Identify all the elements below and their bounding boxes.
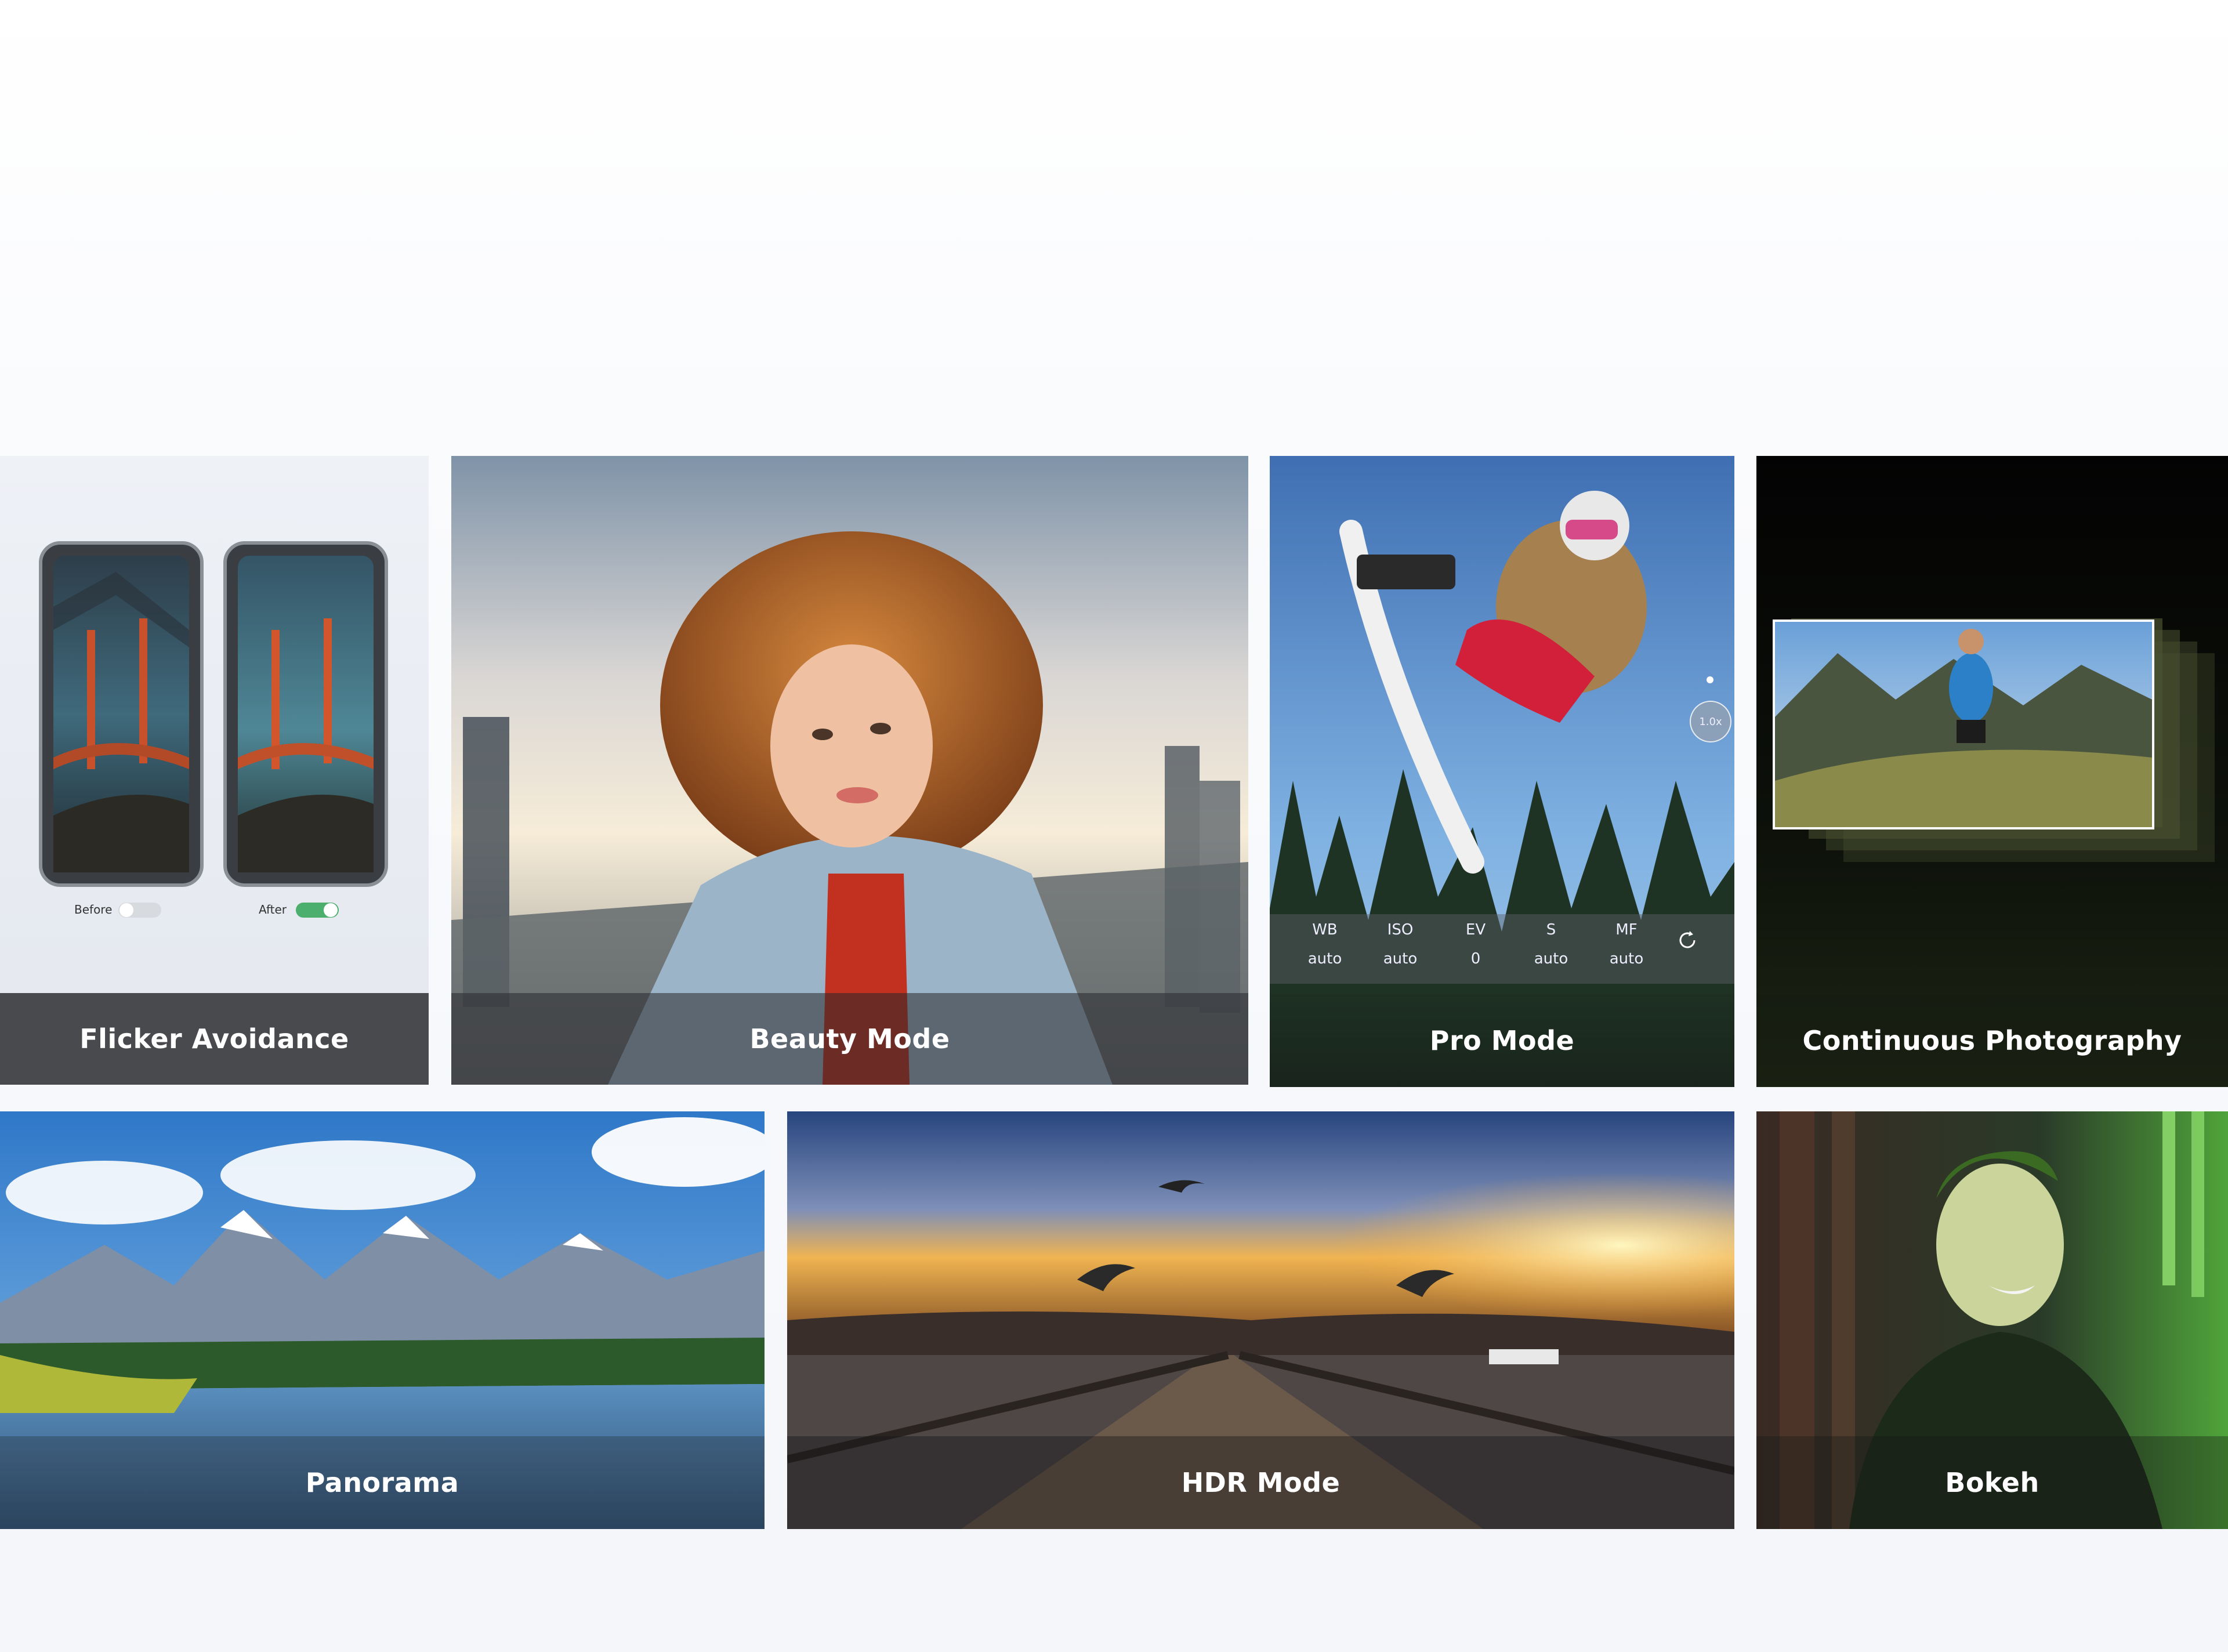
flicker-avoidance-title: Flicker Avoidance: [79, 1023, 349, 1055]
feature-tile-pro-mode[interactable]: 1.0x WB auto ISO auto EV 0 S auto MF aut…: [1270, 456, 1734, 1087]
feature-tile-panorama[interactable]: Panorama: [0, 1111, 765, 1529]
hdr-mode-caption: HDR Mode: [787, 1436, 1734, 1529]
control-s-label: S: [1546, 921, 1556, 939]
pro-mode-caption: Pro Mode: [1270, 994, 1734, 1087]
control-s-value: auto: [1534, 950, 1568, 968]
control-ev[interactable]: EV 0: [1444, 921, 1508, 968]
flicker-phones-illustration: [39, 541, 388, 918]
pro-mode-title: Pro Mode: [1429, 1025, 1575, 1056]
zoom-indicator[interactable]: 1.0x: [1690, 701, 1731, 742]
bokeh-title: Bokeh: [1945, 1467, 2039, 1498]
control-wb-label: WB: [1312, 921, 1338, 939]
phone-after: [223, 541, 388, 887]
control-wb[interactable]: WB auto: [1293, 921, 1357, 968]
refresh-icon[interactable]: [1676, 929, 1699, 952]
flicker-avoidance-caption: Flicker Avoidance: [0, 993, 429, 1085]
zoom-slider-dot[interactable]: [1707, 676, 1713, 683]
feature-tile-continuous-photography[interactable]: Continuous Photography: [1756, 456, 2228, 1087]
before-label: Before: [74, 903, 113, 916]
control-ev-label: EV: [1465, 921, 1486, 939]
control-mf[interactable]: MF auto: [1595, 921, 1658, 968]
zoom-level: 1.0x: [1699, 715, 1722, 728]
after-label: After: [259, 903, 287, 916]
control-iso-value: auto: [1383, 950, 1418, 968]
continuous-photography-title: Continuous Photography: [1802, 1025, 2182, 1056]
feature-tile-bokeh[interactable]: Bokeh: [1756, 1111, 2228, 1529]
feature-tile-beauty-mode[interactable]: Beauty Mode: [451, 456, 1248, 1085]
control-mf-value: auto: [1609, 950, 1644, 968]
pro-mode-snowboarder-image: [1270, 456, 1734, 1087]
control-iso-label: ISO: [1387, 921, 1414, 939]
beauty-mode-caption: Beauty Mode: [451, 993, 1248, 1085]
control-iso[interactable]: ISO auto: [1368, 921, 1432, 968]
feature-tile-flicker-avoidance[interactable]: Before After Flicker Avoidance: [0, 456, 429, 1085]
control-ev-value: 0: [1470, 950, 1481, 968]
beauty-mode-title: Beauty Mode: [749, 1023, 950, 1055]
hdr-mode-title: HDR Mode: [1181, 1467, 1341, 1498]
continuous-photo-stack-image: [1773, 618, 2215, 862]
control-s[interactable]: S auto: [1519, 921, 1583, 968]
panorama-caption: Panorama: [0, 1436, 765, 1529]
beauty-portrait-image: [451, 456, 1248, 1085]
panorama-title: Panorama: [305, 1467, 459, 1498]
continuous-photography-caption: Continuous Photography: [1756, 994, 2228, 1087]
feature-tile-hdr-mode[interactable]: HDR Mode: [787, 1111, 1734, 1529]
control-mf-label: MF: [1615, 921, 1638, 939]
phone-before: [39, 541, 204, 887]
bokeh-caption: Bokeh: [1756, 1436, 2228, 1529]
control-wb-value: auto: [1307, 950, 1342, 968]
